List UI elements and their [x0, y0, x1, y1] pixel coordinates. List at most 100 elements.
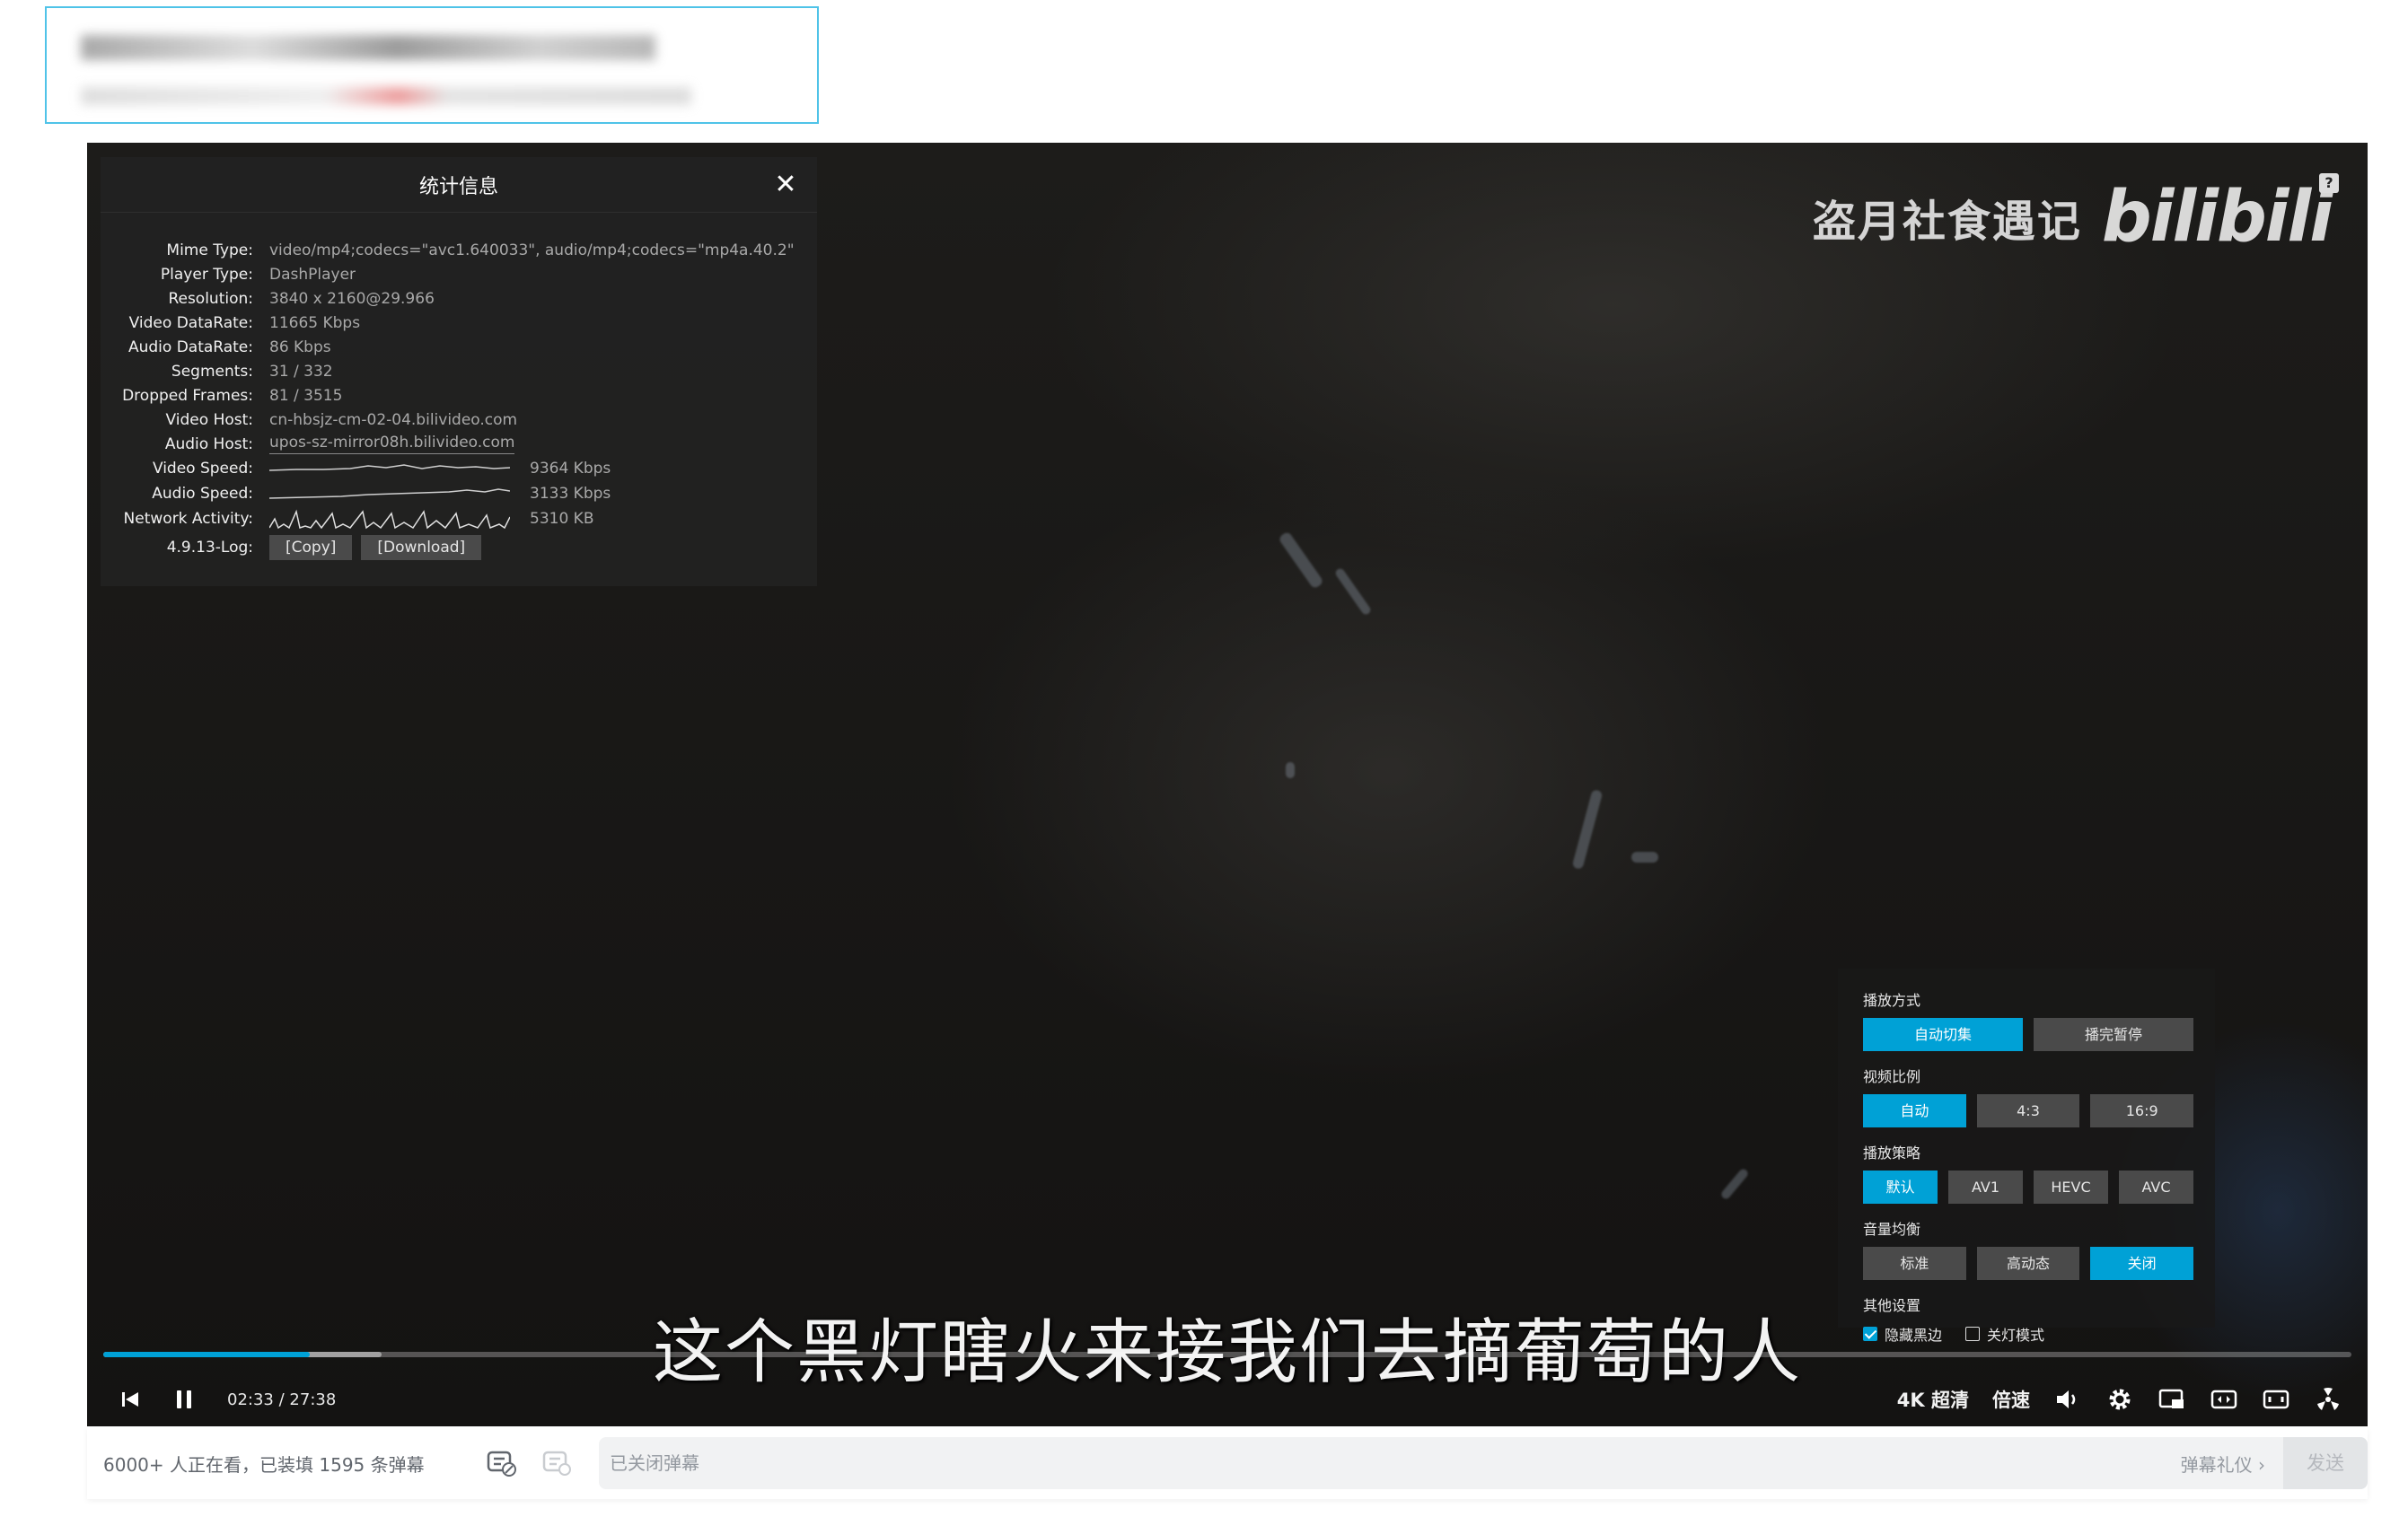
time-display: 02:33 / 27:38 [227, 1390, 336, 1409]
stat-label: Audio Host: [164, 434, 253, 453]
volume-eq-options: 标准 高动态 关闭 [1863, 1247, 2194, 1280]
danmaku-settings-icon[interactable] [540, 1445, 576, 1481]
web-fullscreen-icon[interactable] [2262, 1385, 2290, 1414]
volume-off-button[interactable]: 关闭 [2090, 1247, 2194, 1280]
viewer-count: 6000+ 人正在看，已装填 1595 条弹幕 [103, 1453, 425, 1476]
fullscreen-icon[interactable] [2314, 1385, 2342, 1414]
channel-name: 盗月社食遇记 [1812, 197, 2082, 247]
video-speed-graph [269, 464, 510, 471]
current-time: 02:33 [227, 1390, 274, 1409]
volume-eq-title: 音量均衡 [1863, 1221, 1921, 1238]
codec-avc-button[interactable]: AVC [2119, 1171, 2193, 1204]
send-button[interactable]: 发送 [2283, 1437, 2368, 1489]
danmaku-etiquette-link[interactable]: 弹幕礼仪 › [2181, 1451, 2265, 1477]
stat-label: Audio DataRate: [127, 338, 253, 356]
stat-row: Mime Type: video/mp4;codecs="avc1.640033"… [101, 238, 817, 262]
stat-label: 4.9.13-Log: [166, 539, 253, 557]
aspect-title: 视频比例 [1863, 1068, 1921, 1085]
stat-row: Video DataRate: 11665 Kbps [101, 311, 817, 335]
help-icon[interactable]: ? [2319, 173, 2339, 193]
controls-left: 02:33 / 27:38 [87, 1385, 336, 1414]
stat-value: video/mp4;codecs="avc1.640033", audio/mp… [269, 241, 795, 259]
stat-label: Player Type: [160, 265, 253, 284]
settings-gear-icon[interactable] [2105, 1385, 2134, 1414]
close-icon[interactable]: ✕ [770, 170, 801, 200]
stat-row: Video Host: cn-hbsjz-cm-02-04.bilivideo.c… [101, 408, 817, 432]
copy-log-button[interactable]: [Copy] [269, 535, 353, 560]
channel-watermark: 盗月社食遇记 bilibili [1812, 177, 2333, 258]
stat-label: Video Speed: [152, 460, 253, 478]
stat-row: Audio Host: upos-sz-mirror08h.bilivideo.c… [101, 432, 817, 456]
stat-label: Video DataRate: [128, 313, 253, 332]
stat-value: 9364 Kbps [530, 460, 611, 478]
stats-panel: 统计信息 ✕ Mime Type: video/mp4;codecs="avc1.… [101, 157, 817, 586]
aspect-auto-button[interactable]: 自动 [1863, 1094, 1966, 1127]
stat-value: upos-sz-mirror08h.bilivideo.com [269, 434, 515, 454]
log-row: 4.9.13-Log: [Copy] [Download] [101, 535, 817, 560]
stat-row: Resolution: 3840 x 2160@29.966 [101, 286, 817, 311]
aspect-4-3-button[interactable]: 4:3 [1976, 1094, 2080, 1127]
stat-row: Audio DataRate: 86 Kbps [101, 335, 817, 359]
speed-button[interactable]: 倍速 [1992, 1386, 2030, 1413]
page: 盗月社食遇记 bilibili ? 统计信息 ✕ Mime Type: video… [0, 0, 2408, 1517]
miniplayer-icon[interactable] [2158, 1385, 2186, 1414]
download-log-button[interactable]: [Download] [361, 535, 482, 560]
stat-label: Video Host: [165, 410, 253, 429]
stat-value: 3840 x 2160@29.966 [269, 289, 435, 308]
stat-label: Mime Type: [166, 241, 253, 259]
video-title-card[interactable] [45, 6, 819, 124]
duration: 27:38 [289, 1390, 337, 1409]
codec-hevc-button[interactable]: HEVC [2034, 1171, 2108, 1204]
stat-label: Audio Speed: [152, 485, 253, 503]
volume-standard-button[interactable]: 标准 [1863, 1247, 1966, 1280]
bilibili-logo: bilibili [2101, 177, 2333, 258]
stat-value: 11665 Kbps [269, 313, 361, 332]
danmaku-input-wrap: 弹幕礼仪 › 发送 [599, 1437, 2368, 1489]
codec-default-button[interactable]: 默认 [1863, 1171, 1938, 1204]
stat-value: cn-hbsjz-cm-02-04.bilivideo.com [269, 410, 518, 429]
stat-row: Dropped Frames: 81 / 3515 [101, 383, 817, 408]
player-controls: 02:33 / 27:38 4K 超清 倍速 [87, 1372, 2368, 1426]
strategy-options: 默认 AV1 HEVC AVC [1863, 1171, 2193, 1204]
video-speed-row: Video Speed: 9364 Kbps [101, 456, 817, 481]
stat-label: Resolution: [168, 289, 253, 308]
danmaku-bar: 6000+ 人正在看，已装填 1595 条弹幕 弹幕礼仪 › 发送 [87, 1427, 2368, 1499]
stat-value: 31 / 332 [269, 362, 333, 381]
stat-label: Network Activity: [123, 510, 253, 528]
audio-speed-row: Audio Speed: 3133 Kbps [101, 481, 817, 506]
widescreen-icon[interactable] [2210, 1385, 2238, 1414]
settings-panel: 播放方式 自动切集 播完暂停 视频比例 自动 4:3 16:9 播放策略 默认 … [1838, 969, 2215, 1344]
danmaku-input[interactable] [599, 1437, 2181, 1489]
aspect-options: 自动 4:3 16:9 [1863, 1094, 2194, 1127]
quality-button[interactable]: 4K 超清 [1897, 1386, 1969, 1413]
danmaku-off-icon[interactable] [484, 1445, 520, 1481]
stat-label: Dropped Frames: [122, 386, 253, 405]
auto-next-button[interactable]: 自动切集 [1863, 1018, 2023, 1051]
blurred-title [81, 35, 655, 60]
stats-body: Mime Type: video/mp4;codecs="avc1.640033"… [101, 213, 817, 560]
stat-value: 3133 Kbps [530, 485, 611, 503]
audio-speed-graph [269, 488, 510, 499]
play-mode-options: 自动切集 播完暂停 [1863, 1018, 2193, 1051]
stat-label: Segments: [171, 362, 253, 381]
strategy-title: 播放策略 [1863, 1144, 1921, 1162]
aspect-16-9-button[interactable]: 16:9 [2090, 1094, 2194, 1127]
stats-title: 统计信息 [418, 175, 498, 198]
video-detail [1631, 852, 1658, 863]
time-separator: / [278, 1390, 285, 1409]
volume-icon[interactable] [2053, 1385, 2082, 1414]
stat-value: 5310 KB [530, 510, 594, 528]
codec-av1-button[interactable]: AV1 [1948, 1171, 2023, 1204]
played-bar [103, 1352, 311, 1357]
controls-right: 4K 超清 倍速 [1897, 1385, 2368, 1414]
pause-at-end-button[interactable]: 播完暂停 [2034, 1018, 2193, 1051]
volume-high-dynamic-button[interactable]: 高动态 [1976, 1247, 2080, 1280]
previous-icon[interactable] [116, 1385, 145, 1414]
progress-bar[interactable] [103, 1352, 2351, 1357]
play-mode-title: 播放方式 [1863, 992, 1921, 1009]
stat-value: 86 Kbps [269, 338, 331, 356]
pause-icon[interactable] [170, 1385, 198, 1414]
stat-value: 81 / 3515 [269, 386, 343, 405]
video-detail [1286, 762, 1295, 778]
video-player[interactable]: 盗月社食遇记 bilibili ? 统计信息 ✕ Mime Type: video… [87, 143, 2368, 1426]
